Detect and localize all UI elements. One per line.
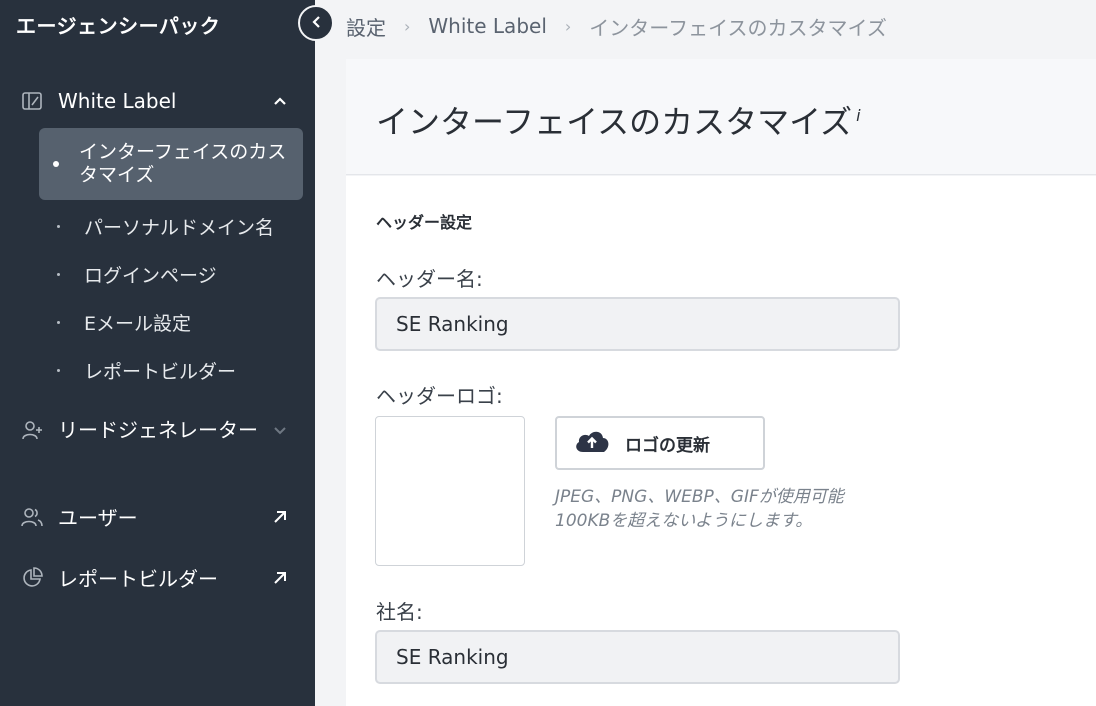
bullet-icon [57,225,60,228]
logo-preview [375,416,525,566]
collapse-sidebar-button[interactable] [298,5,334,41]
sidebar-item-lead-generator[interactable]: リードジェネレーター [20,418,295,442]
update-logo-label: ロゴの更新 [625,435,710,456]
chevron-left-icon [311,14,321,33]
company-name-label: 社名: [376,600,423,624]
logo-hint-size: 100KBを超えないようにします。 [555,511,813,531]
breadcrumb-white-label[interactable]: White Label [428,14,546,38]
breadcrumb: 設定 › White Label › インターフェイスのカスタマイズ [346,12,887,40]
sidebar-subitem-label: インターフェイスのカスタマイズ [79,141,287,186]
logo-hint-formats: JPEG、PNG、WEBP、GIFが使用可能 [555,487,844,507]
sidebar-item-white-label[interactable]: White Label [20,89,295,113]
sidebar-subitem-login-page[interactable]: ログインページ [57,261,217,288]
breadcrumb-separator-icon: › [564,16,572,36]
breadcrumb-current: インターフェイスのカスタマイズ [589,15,887,40]
sidebar-subitem-interface-customization[interactable]: インターフェイスのカスタマイズ [39,128,303,200]
sidebar-subitem-report-builder[interactable]: レポートビルダー [57,357,236,384]
bullet-icon [57,273,60,276]
page-title: インターフェイスのカスタマイズ i [376,97,861,143]
breadcrumb-separator-icon: › [404,16,411,36]
user-plus-icon [20,418,44,442]
sidebar-subitem-label: パーソナルドメイン名 [84,217,275,239]
sidebar-subitem-label: ログインページ [84,265,217,287]
sidebar-subitem-label: レポートビルダー [84,361,237,383]
bullet-icon [57,321,60,324]
info-icon[interactable]: i [856,106,860,125]
sidebar-item-label: ユーザー [58,506,138,530]
page-title-text: インターフェイスのカスタマイズ [376,103,853,141]
header-name-label: ヘッダー名: [376,267,483,291]
cloud-upload-icon [573,428,611,458]
sidebar-item-users[interactable]: ユーザー [20,502,295,531]
users-icon [20,505,44,529]
pie-chart-icon [20,566,44,590]
chevron-down-icon [273,425,287,435]
section-title: ヘッダー設定 [376,213,473,232]
sidebar-subitem-label: Eメール設定 [84,313,192,335]
sidebar-item-report-builder[interactable]: レポートビルダー [20,563,295,592]
sidebar-item-label: レポートビルダー [58,567,218,591]
update-logo-button[interactable]: ロゴの更新 [555,416,765,470]
brand-title: エージェンシーパック [16,14,221,38]
bullet-icon [57,369,60,372]
external-link-icon [273,510,287,524]
sidebar-item-label: リードジェネレーター [58,418,258,442]
chevron-up-icon [273,96,287,106]
sidebar-subitem-email-settings[interactable]: Eメール設定 [57,309,191,336]
bullet-icon [53,161,59,167]
header-name-input[interactable] [375,297,900,351]
external-link-icon [273,571,287,585]
header-logo-label: ヘッダーロゴ: [376,384,503,408]
sidebar-item-label: White Label [58,89,177,113]
page-header: インターフェイスのカスタマイズ i [346,59,1096,175]
white-label-icon [20,89,44,113]
company-name-input[interactable] [375,630,900,684]
logo-hint: JPEG、PNG、WEBP、GIFが使用可能 100KBを超えないようにします。 [555,485,844,533]
settings-form: ヘッダー設定 ヘッダー名: ヘッダーロゴ: ロゴの更新 JPEG、PNG、WEB… [346,176,1096,706]
breadcrumb-settings[interactable]: 設定 [346,12,386,41]
sidebar-subitem-personal-domain[interactable]: パーソナルドメイン名 [57,213,274,240]
sidebar: エージェンシーパック White Label インターフェイスのカスタマイズ パ… [0,0,315,706]
